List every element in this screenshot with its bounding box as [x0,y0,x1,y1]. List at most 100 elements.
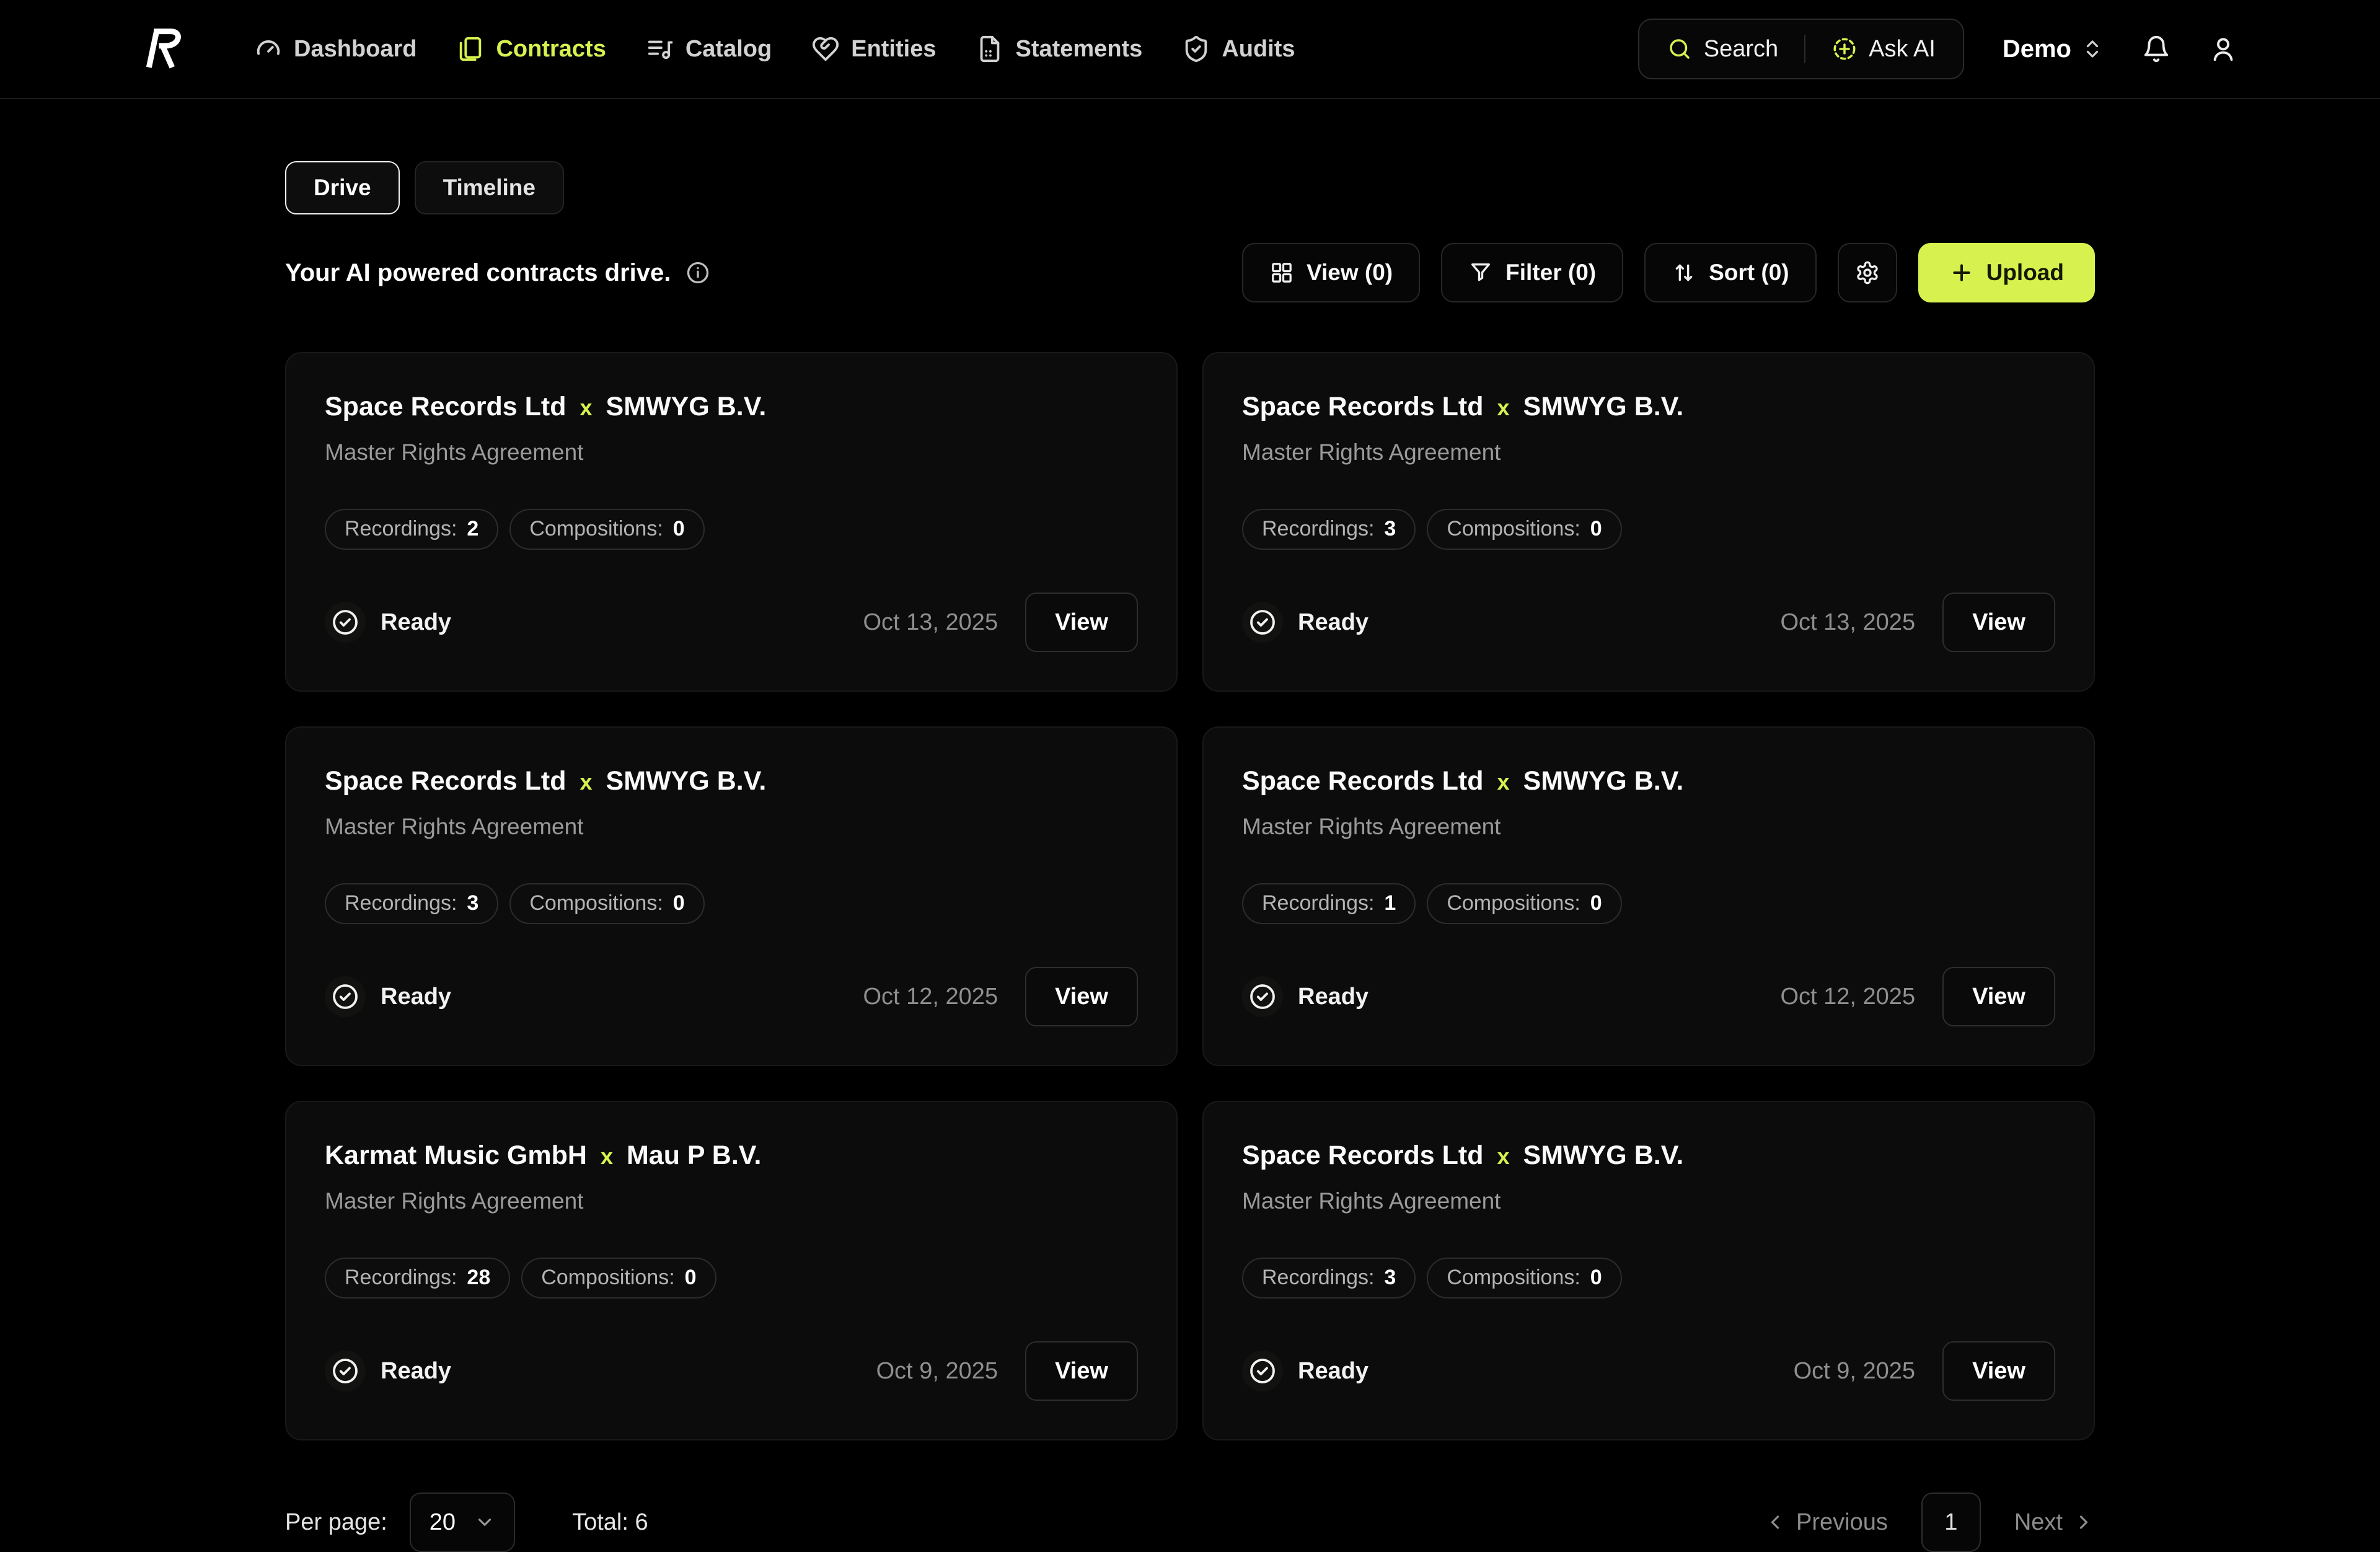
heart-handshake-icon [811,35,840,63]
search-ask-ai-group: Search Ask AI [1638,19,1964,79]
compositions-badge: Compositions: 0 [1427,1258,1621,1298]
party-b: SMWYG B.V. [1523,766,1684,796]
recordings-label: Recordings: [345,517,457,541]
previous-label: Previous [1796,1509,1888,1536]
tab-drive[interactable]: Drive [285,161,400,214]
recordings-label: Recordings: [1262,891,1374,915]
nav-item-audits[interactable]: Audits [1182,35,1295,63]
nav-item-statements[interactable]: Statements [976,35,1142,63]
music-list-icon [646,35,674,63]
card-date: Oct 13, 2025 [1780,609,1915,636]
view-contract-button[interactable]: View [1025,593,1138,652]
chevron-down-icon [474,1512,495,1533]
party-a: Space Records Ltd [1242,1140,1484,1171]
contracts-grid: Space Records Ltd x SMWYG B.V. Master Ri… [285,352,2095,1440]
app-logo[interactable] [143,25,181,73]
nav-label: Statements [1015,36,1142,63]
r-logo-icon [143,25,181,73]
party-a: Space Records Ltd [325,392,566,422]
grid-icon [1269,260,1294,285]
recordings-value: 1 [1384,891,1396,915]
card-header: Space Records Ltd x SMWYG B.V. Master Ri… [1242,1140,2055,1214]
party-b: Mau P B.V. [627,1140,761,1171]
info-icon[interactable] [685,260,710,285]
upload-button[interactable]: Upload [1918,243,2095,302]
agreement-type: Master Rights Agreement [1242,1188,2055,1214]
compositions-value: 0 [685,1266,697,1290]
status-badge: Ready [1242,976,1368,1017]
status-label: Ready [381,984,451,1010]
contract-card: Space Records Ltd x SMWYG B.V. Master Ri… [1202,352,2095,692]
party-b: SMWYG B.V. [1523,1140,1684,1171]
check-circle-icon [1242,976,1283,1017]
x-connector: x [1497,769,1510,795]
workspace-label: Demo [2003,35,2071,63]
compositions-label: Compositions: [541,1266,674,1290]
tab-timeline[interactable]: Timeline [415,161,564,214]
compositions-label: Compositions: [1447,1266,1580,1290]
card-badges: Recordings: 2 Compositions: 0 [325,509,1138,550]
gear-icon [1855,260,1880,285]
per-page-value: 20 [430,1509,456,1536]
compositions-badge: Compositions: 0 [509,883,704,924]
top-nav: Dashboard Contracts Catalog Entities [0,0,2380,99]
ask-ai-button[interactable]: Ask AI [1831,36,1936,63]
funnel-icon [1468,260,1493,285]
compositions-label: Compositions: [529,891,663,915]
card-date: Oct 12, 2025 [1780,984,1915,1010]
view-contract-button[interactable]: View [1942,1341,2055,1401]
total-count: Total: 6 [572,1509,648,1536]
contract-card: Space Records Ltd x SMWYG B.V. Master Ri… [1202,726,2095,1066]
nav-item-dashboard[interactable]: Dashboard [254,35,416,63]
view-contract-button[interactable]: View [1942,593,2055,652]
card-footer: Ready Oct 12, 2025 View [1242,967,2055,1026]
status-label: Ready [381,609,451,636]
status-badge: Ready [325,976,451,1017]
account-button[interactable] [2209,35,2237,63]
check-circle-icon [325,1351,366,1391]
user-icon [2209,35,2237,63]
nav-item-entities[interactable]: Entities [811,35,936,63]
card-footer: Ready Oct 9, 2025 View [325,1341,1138,1401]
view-contract-button[interactable]: View [1025,1341,1138,1401]
agreement-type: Master Rights Agreement [325,439,1138,465]
previous-button[interactable]: Previous [1764,1509,1888,1536]
recordings-value: 3 [467,891,478,915]
per-page-select[interactable]: 20 [410,1492,515,1552]
nav-item-contracts[interactable]: Contracts [456,35,606,63]
card-title: Space Records Ltd x SMWYG B.V. [325,766,1138,796]
card-date: Oct 12, 2025 [863,984,998,1010]
contract-card: Space Records Ltd x SMWYG B.V. Master Ri… [285,352,1178,692]
view-contract-button[interactable]: View [1025,967,1138,1026]
page-subtitle: Your AI powered contracts drive. [285,259,710,287]
card-footer: Ready Oct 13, 2025 View [1242,593,2055,652]
per-page-label: Per page: [285,1509,387,1536]
view-button[interactable]: View (0) [1242,243,1420,302]
compositions-badge: Compositions: 0 [509,509,704,550]
filter-button[interactable]: Filter (0) [1441,243,1623,302]
check-circle-icon [325,602,366,643]
check-circle-icon [325,976,366,1017]
next-button[interactable]: Next [2014,1509,2095,1536]
agreement-type: Master Rights Agreement [325,814,1138,840]
upload-button-label: Upload [1986,260,2064,286]
card-badges: Recordings: 3 Compositions: 0 [1242,509,2055,550]
page-number-button[interactable]: 1 [1921,1492,1981,1552]
view-contract-button[interactable]: View [1942,967,2055,1026]
workspace-switcher[interactable]: Demo [2003,35,2104,63]
toolbar: View (0) Filter (0) Sort (0) [1242,243,2095,302]
party-a: Karmat Music GmbH [325,1140,587,1171]
chevrons-up-down-icon [2081,38,2104,60]
card-title: Space Records Ltd x SMWYG B.V. [1242,1140,2055,1171]
notifications-button[interactable] [2142,35,2171,63]
main-content: Drive Timeline Your AI powered contracts… [285,161,2095,1552]
sort-button[interactable]: Sort (0) [1644,243,1817,302]
search-button[interactable]: Search [1667,36,1778,63]
search-icon [1667,36,1693,62]
party-b: SMWYG B.V. [606,392,767,422]
nav-item-catalog[interactable]: Catalog [646,35,772,63]
settings-button[interactable] [1838,243,1897,302]
nav-label: Dashboard [294,36,416,63]
view-button-label: View (0) [1307,260,1393,286]
pagination-bar: Per page: 20 Total: 6 Previous 1 Next [285,1492,2095,1552]
